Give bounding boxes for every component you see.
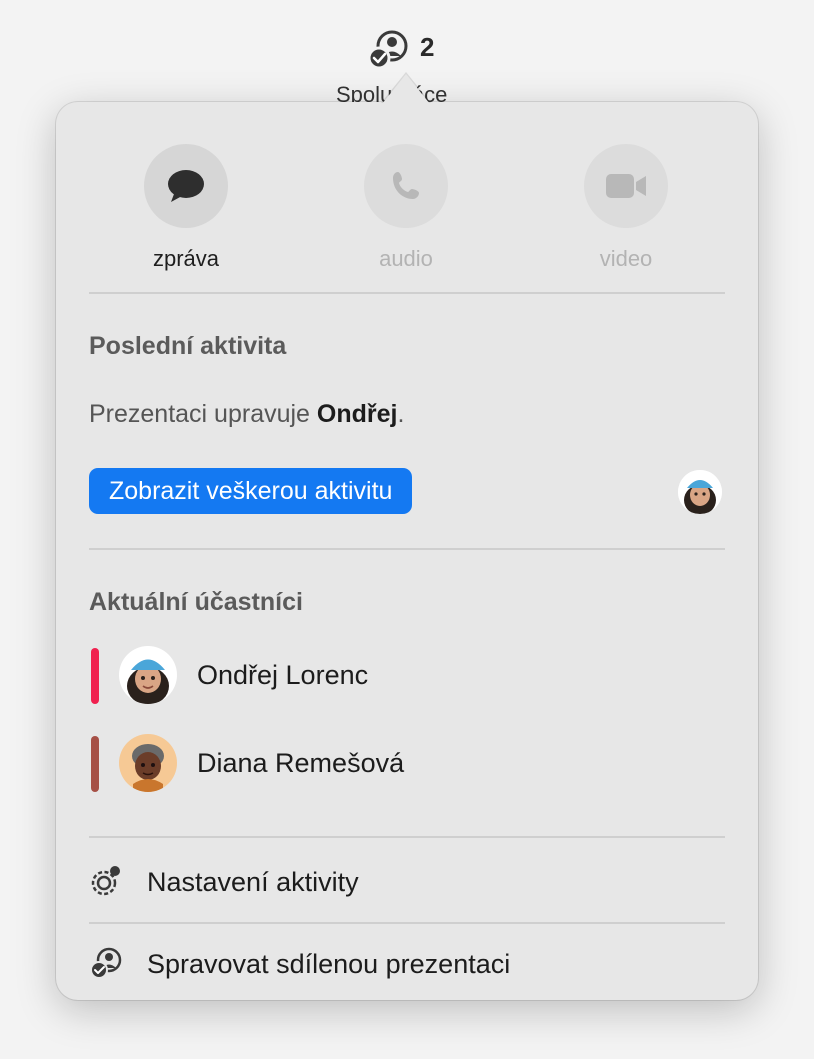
gear-badge-icon <box>91 866 120 896</box>
participant-row[interactable]: Ondřej Lorenc <box>89 646 729 706</box>
divider <box>89 836 725 838</box>
collaboration-popover: zpráva audio video Poslední aktivita Pre… <box>56 102 758 1000</box>
app-window: 2 Spolupráce zpráva audio video Poslední… <box>0 0 814 1059</box>
activity-settings-label: Nastavení aktivity <box>147 867 359 897</box>
popover-arrow <box>382 74 430 104</box>
collaboration-icon <box>367 30 408 70</box>
divider <box>89 922 725 924</box>
audio-button-circle[interactable] <box>364 144 448 228</box>
activity-avatar <box>678 470 722 514</box>
participant-avatar <box>119 646 177 704</box>
activity-text-prefix: Prezentaci upravuje <box>89 400 317 428</box>
manage-shared-presentation-menu-item[interactable]: Spravovat sdílenou prezentaci <box>89 940 729 986</box>
audio-button[interactable]: audio <box>336 144 476 284</box>
message-button-circle[interactable] <box>144 144 228 228</box>
activity-settings-menu-item[interactable]: Nastavení aktivity <box>89 858 729 904</box>
video-button-circle[interactable] <box>584 144 668 228</box>
manage-shared-presentation-label: Spravovat sdílenou prezentaci <box>147 949 511 979</box>
communication-buttons: zpráva audio video <box>56 144 758 284</box>
video-camera-icon <box>606 174 646 198</box>
audio-label: audio <box>379 246 433 271</box>
message-bubble-icon <box>168 170 204 202</box>
recent-activity-heading: Poslední aktivita <box>89 332 287 360</box>
divider <box>89 548 725 550</box>
activity-editor-name: Ondřej <box>316 400 398 428</box>
video-button[interactable]: video <box>556 144 696 284</box>
participant-name: Diana Remešová <box>197 748 405 778</box>
activity-text-suffix: . <box>397 400 405 428</box>
memoji-avatar-icon <box>119 646 177 704</box>
participant-avatar <box>119 734 177 792</box>
collaboration-icon <box>90 947 122 979</box>
participant-row[interactable]: Diana Remešová <box>89 734 729 794</box>
divider <box>89 292 725 294</box>
message-label: zpráva <box>152 246 220 271</box>
participant-color-bar <box>91 648 99 704</box>
current-participants-heading: Aktuální účastníci <box>89 588 303 616</box>
collaborator-count: 2 <box>420 32 435 62</box>
phone-icon <box>393 172 419 199</box>
participant-color-bar <box>91 736 99 792</box>
message-button[interactable]: zpráva <box>116 144 256 284</box>
video-label: video <box>599 246 653 271</box>
memoji-avatar-icon <box>119 734 177 792</box>
participant-name: Ondřej Lorenc <box>197 660 369 690</box>
show-all-activity-button[interactable]: Zobrazit veškerou aktivitu <box>89 468 413 514</box>
memoji-avatar-icon <box>678 470 722 514</box>
recent-activity-text: Prezentaci upravuje Ondřej. <box>89 400 404 429</box>
